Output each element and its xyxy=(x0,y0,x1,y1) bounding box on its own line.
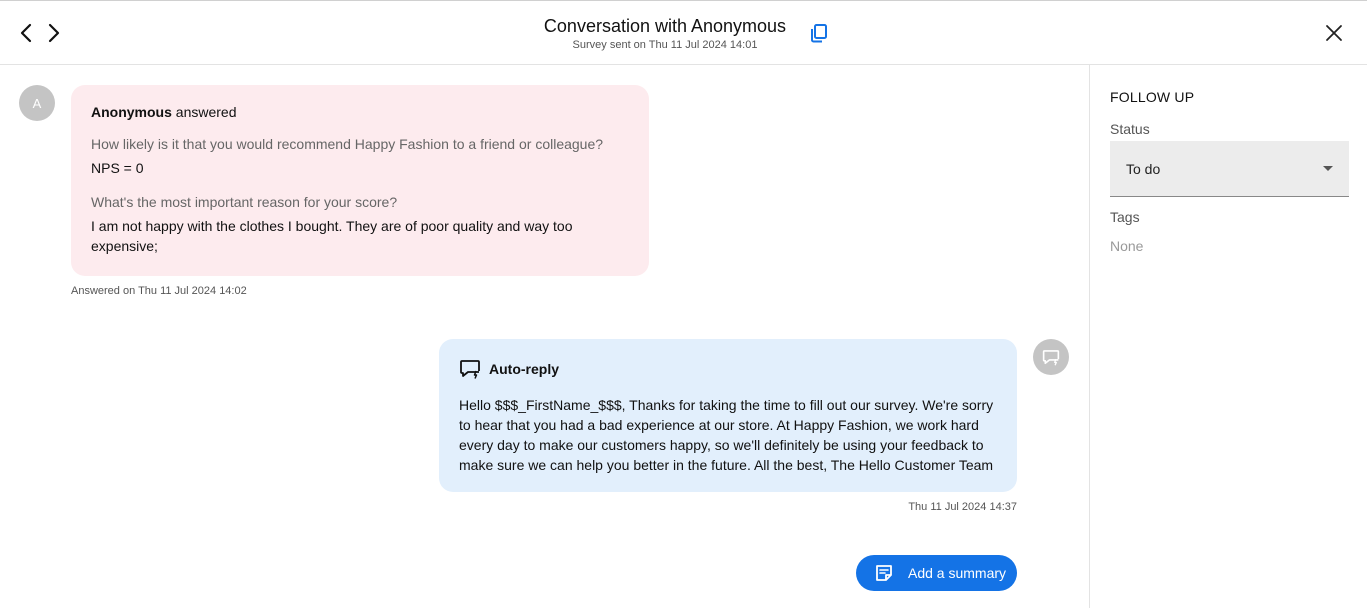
auto-reply-title: Auto-reply xyxy=(489,361,559,377)
follow-up-panel: FOLLOW UP Status To do Tags None xyxy=(1089,65,1367,608)
auto-reply-avatar xyxy=(1033,339,1069,375)
status-value: To do xyxy=(1126,160,1161,177)
auto-reply-icon xyxy=(460,360,480,379)
follow-up-title: FOLLOW UP xyxy=(1110,89,1195,105)
answer-2: I am not happy with the clothes I bought… xyxy=(91,218,573,254)
add-summary-button[interactable]: Add a summary xyxy=(856,555,1017,591)
respondent-avatar: A xyxy=(19,85,55,121)
tags-label: Tags xyxy=(1110,209,1140,225)
answer-heading: Anonymous answered xyxy=(91,103,629,121)
note-icon xyxy=(876,565,892,581)
close-icon xyxy=(1326,25,1342,41)
page-title: Conversation with Anonymous xyxy=(543,16,787,36)
auto-reply-timestamp: Thu 11 Jul 2024 14:37 xyxy=(908,501,1017,513)
auto-reply-avatar-icon xyxy=(1042,349,1060,366)
answered-timestamp: Answered on Thu 11 Jul 2024 14:02 xyxy=(71,285,247,297)
survey-sent-date: Survey sent on Thu 11 Jul 2024 14:01 xyxy=(572,39,758,51)
title-block: Conversation with Anonymous Survey sent … xyxy=(0,15,1330,52)
status-dropdown[interactable]: To do xyxy=(1110,141,1349,197)
add-summary-label: Add a summary xyxy=(908,565,1007,581)
answer-action: answered xyxy=(175,104,237,120)
respondent-name: Anonymous xyxy=(91,104,172,120)
tags-value: None xyxy=(1110,238,1144,254)
close-button[interactable] xyxy=(1322,21,1346,45)
conversation-thread: A Anonymous answered How likely is it th… xyxy=(0,65,1089,608)
copy-button[interactable] xyxy=(808,22,830,44)
question-1: How likely is it that you would recommen… xyxy=(91,136,604,152)
question-2: What's the most important reason for you… xyxy=(91,194,398,210)
copy-icon xyxy=(811,24,827,43)
caret-down-icon xyxy=(1323,166,1333,171)
auto-reply-message: Hello $$$_FirstName_$$$, Thanks for taki… xyxy=(459,397,994,473)
survey-answer-card: Anonymous answered How likely is it that… xyxy=(71,85,649,276)
auto-reply-card: Auto-reply Hello $$$_FirstName_$$$, Than… xyxy=(439,339,1017,492)
status-label: Status xyxy=(1110,121,1150,137)
conversation-header: Conversation with Anonymous Survey sent … xyxy=(0,0,1367,65)
auto-reply-heading: Auto-reply xyxy=(459,359,997,379)
answer-1: NPS = 0 xyxy=(91,160,144,176)
